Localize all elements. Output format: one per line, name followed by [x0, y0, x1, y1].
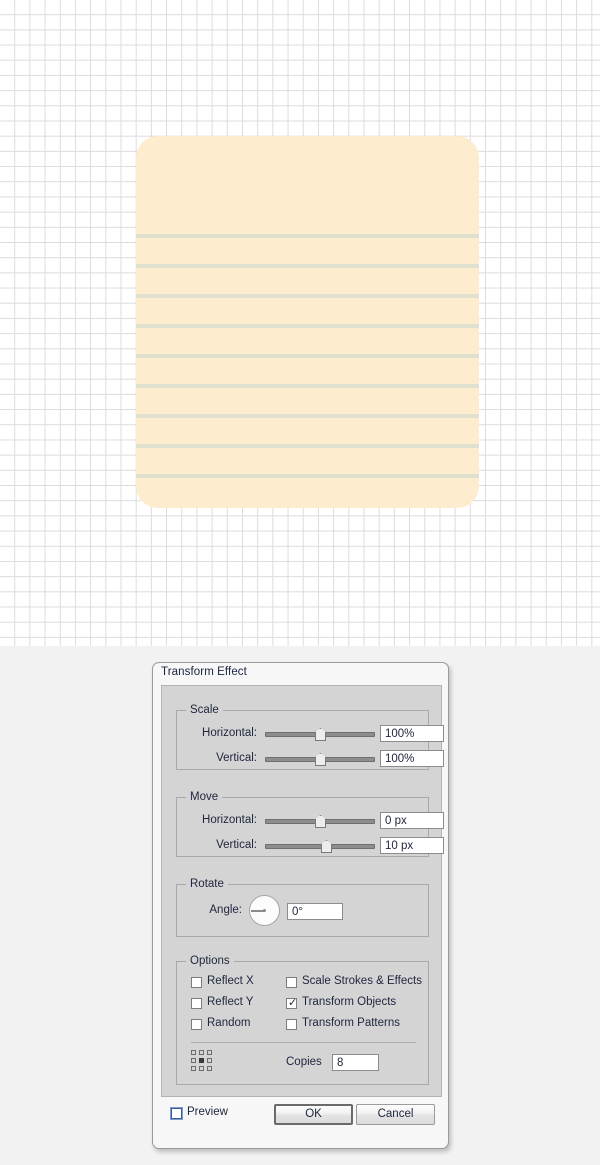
artwork-rule-line	[136, 414, 479, 418]
illustration-canvas[interactable]	[0, 0, 600, 646]
move-vertical-label: Vertical:	[216, 839, 257, 851]
slider-thumb[interactable]	[321, 840, 332, 853]
copies-input[interactable]: 8	[332, 1054, 379, 1071]
move-horizontal-slider[interactable]	[265, 812, 375, 830]
anchor-cell[interactable]	[207, 1058, 212, 1063]
dialog-titlebar[interactable]: Transform Effect	[153, 663, 448, 684]
option-reflect-x-label: Reflect X	[207, 975, 254, 987]
option-scale-strokes-label: Scale Strokes & Effects	[302, 975, 422, 987]
ok-button[interactable]: OK	[274, 1104, 353, 1125]
artwork-rule-line	[136, 324, 479, 328]
checkbox-scale-strokes[interactable]	[286, 977, 297, 988]
option-preview-label: Preview	[187, 1106, 228, 1118]
rotate-legend: Rotate	[186, 878, 228, 890]
anchor-cell[interactable]	[191, 1058, 196, 1063]
checkbox-reflect-x[interactable]	[191, 977, 202, 988]
artwork-rule-line	[136, 384, 479, 388]
scale-legend: Scale	[186, 704, 223, 716]
angle-dial[interactable]	[249, 895, 280, 926]
transform-effect-dialog[interactable]: Transform Effect Scale Horizontal: 100% …	[152, 662, 449, 1149]
scale-vertical-slider[interactable]	[265, 750, 375, 768]
move-vertical-slider[interactable]	[265, 837, 375, 855]
anchor-cell[interactable]	[207, 1066, 212, 1071]
move-vertical-row: Vertical: 10 px	[177, 837, 444, 855]
rotate-angle-input[interactable]: 0°	[287, 903, 343, 920]
move-horizontal-input[interactable]: 0 px	[380, 812, 444, 829]
artwork-rule-line	[136, 354, 479, 358]
options-legend: Options	[186, 955, 234, 967]
scale-vertical-input[interactable]: 100%	[380, 750, 444, 767]
move-vertical-input[interactable]: 10 px	[380, 837, 444, 854]
reference-point-icon[interactable]	[191, 1050, 212, 1071]
checkbox-reflect-y[interactable]	[191, 998, 202, 1009]
scale-vertical-row: Vertical: 100%	[177, 750, 444, 768]
slider-thumb[interactable]	[315, 728, 326, 741]
artwork-rule-line	[136, 294, 479, 298]
checkbox-transform-patterns[interactable]	[286, 1019, 297, 1030]
scale-vertical-label: Vertical:	[216, 752, 257, 764]
slider-thumb[interactable]	[315, 815, 326, 828]
anchor-cell[interactable]	[207, 1050, 212, 1055]
artwork-rule-line	[136, 264, 479, 268]
anchor-cell[interactable]	[199, 1066, 204, 1071]
anchor-cell-center[interactable]	[199, 1058, 204, 1063]
dialog-title: Transform Effect	[161, 666, 247, 678]
move-horizontal-row: Horizontal: 0 px	[177, 812, 444, 830]
copies-label: Copies	[286, 1056, 322, 1068]
option-random-label: Random	[207, 1017, 251, 1029]
scale-horizontal-slider[interactable]	[265, 725, 375, 743]
options-divider	[191, 1042, 416, 1043]
artwork-rule-line	[136, 444, 479, 448]
move-legend: Move	[186, 791, 223, 803]
options-group: Options Reflect X Reflect Y Random Scale…	[176, 955, 429, 1085]
anchor-cell[interactable]	[191, 1066, 196, 1071]
slider-track[interactable]	[265, 844, 375, 849]
checkbox-random[interactable]	[191, 1019, 202, 1030]
checkbox-transform-objects[interactable]: ✓	[286, 996, 298, 1009]
anchor-cell[interactable]	[199, 1050, 204, 1055]
rotate-angle-label: Angle:	[209, 904, 242, 916]
slider-thumb[interactable]	[315, 753, 326, 766]
artwork-rule-line	[136, 234, 479, 238]
dialog-body: Scale Horizontal: 100% Vertical: 100% Mo…	[161, 685, 444, 1097]
screen: Transform Effect Scale Horizontal: 100% …	[0, 0, 600, 1165]
rotate-angle-row: Angle: 0°	[177, 894, 430, 928]
angle-dial-hub	[263, 909, 267, 913]
artwork-rule-line	[136, 474, 479, 478]
rotate-group: Rotate Angle: 0°	[176, 878, 430, 937]
scale-horizontal-label: Horizontal:	[202, 727, 257, 739]
option-transform-patterns-label: Transform Patterns	[302, 1017, 400, 1029]
move-horizontal-label: Horizontal:	[202, 814, 257, 826]
option-transform-objects-label: Transform Objects	[302, 996, 397, 1008]
checkmark-icon: ✓	[288, 996, 298, 1009]
move-group: Move Horizontal: 0 px Vertical: 10 px	[176, 791, 444, 857]
checkbox-preview[interactable]	[171, 1108, 182, 1119]
scale-group: Scale Horizontal: 100% Vertical: 100%	[176, 704, 444, 770]
cancel-button[interactable]: Cancel	[356, 1104, 435, 1125]
scale-horizontal-row: Horizontal: 100%	[177, 725, 444, 743]
scale-horizontal-input[interactable]: 100%	[380, 725, 444, 742]
artwork-notepad-card[interactable]	[136, 136, 479, 508]
anchor-cell[interactable]	[191, 1050, 196, 1055]
option-reflect-y-label: Reflect Y	[207, 996, 254, 1008]
dialog-footer: Preview OK Cancel	[153, 1097, 450, 1149]
